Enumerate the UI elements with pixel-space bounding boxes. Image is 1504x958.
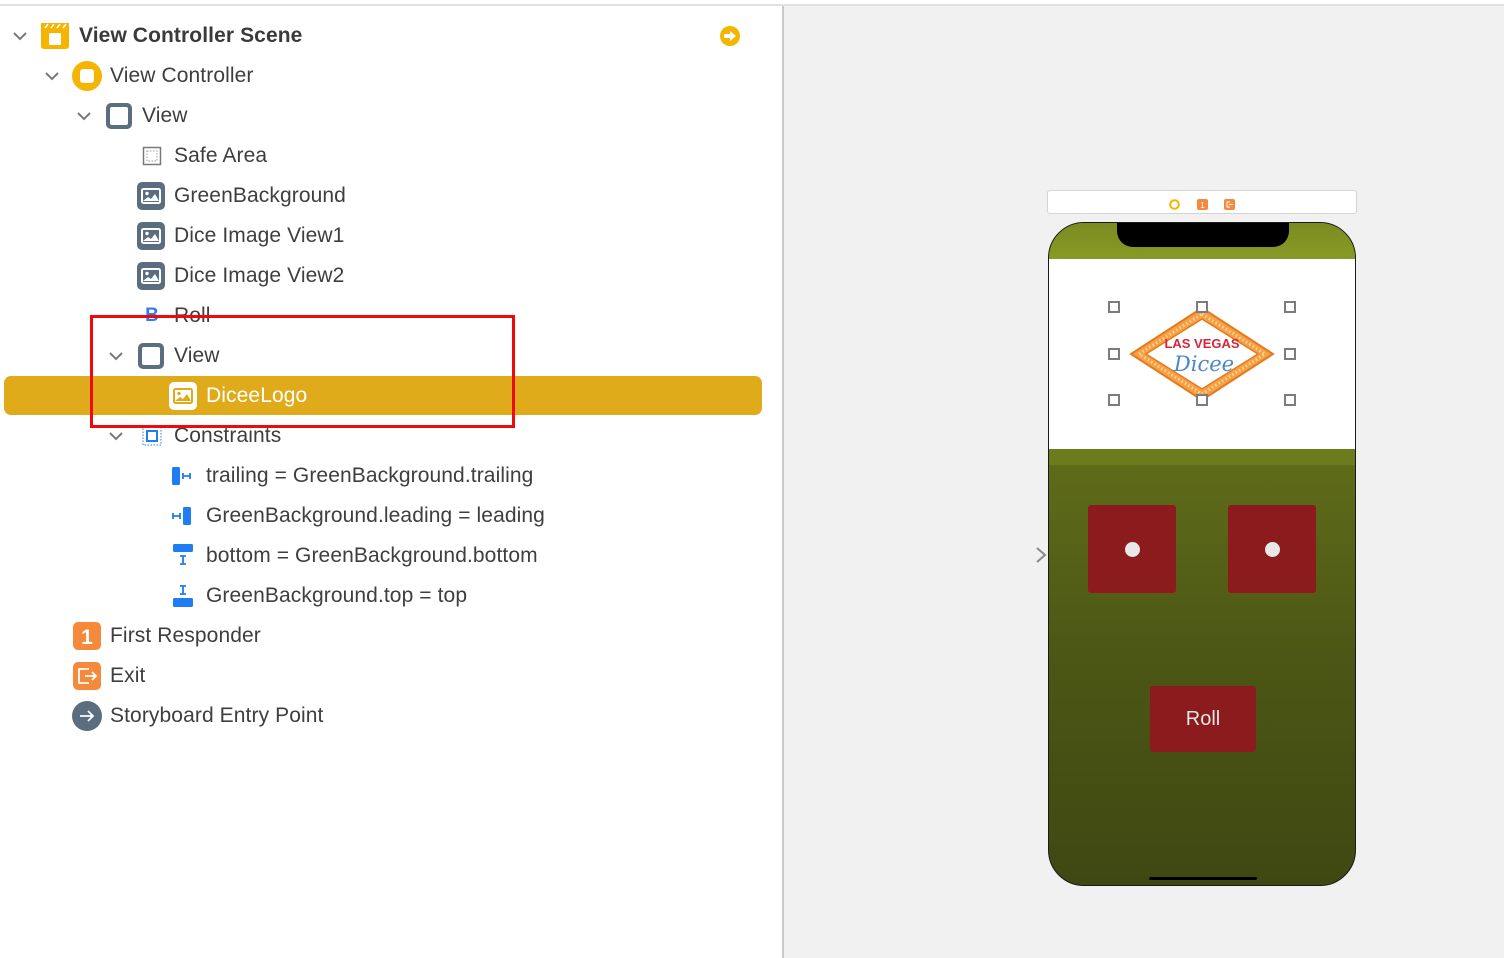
- outline-row-view-nested[interactable]: View: [0, 336, 782, 376]
- image-view-icon: [136, 221, 166, 251]
- outline-row-scene[interactable]: View Controller Scene: [0, 16, 782, 56]
- outline-label: Exit: [110, 664, 146, 687]
- top-constraint-icon: [168, 581, 198, 611]
- outline-label: Dice Image View1: [174, 224, 345, 247]
- logo-line2: Dicee: [1173, 352, 1234, 376]
- image-view-icon: [168, 381, 198, 411]
- outline-label: Storyboard Entry Point: [110, 704, 324, 727]
- first-responder-icon[interactable]: 1: [1197, 197, 1208, 210]
- outline-label: GreenBackground.leading = leading: [206, 504, 545, 527]
- outline-label: GreenBackground: [174, 184, 346, 207]
- green-band: [1049, 449, 1355, 465]
- outline-label: First Responder: [110, 624, 261, 647]
- outline-row-green-background[interactable]: GreenBackground: [0, 176, 782, 216]
- outline-label: Roll: [174, 304, 211, 327]
- chevron-down-icon[interactable]: [106, 346, 126, 366]
- bottom-constraint-icon: [168, 541, 198, 571]
- roll-button[interactable]: Roll: [1150, 686, 1256, 752]
- outline-row-constraint-trailing[interactable]: trailing = GreenBackground.trailing: [0, 456, 782, 496]
- resize-handle-bottom-left[interactable]: [1108, 394, 1120, 406]
- logo-line1: LAS VEGAS: [1164, 336, 1239, 351]
- dice-image-view-1[interactable]: [1088, 505, 1176, 593]
- entry-point-icon: [72, 701, 102, 731]
- outline-row-view-controller[interactable]: View Controller: [0, 56, 782, 96]
- safe-area-icon: [137, 141, 167, 171]
- outline-row-view[interactable]: View: [0, 96, 782, 136]
- resize-handle-bottom-right[interactable]: [1284, 394, 1296, 406]
- leading-constraint-icon: [168, 501, 198, 531]
- outline-label: View Controller Scene: [79, 24, 303, 47]
- outline-label: Safe Area: [174, 144, 268, 167]
- entry-point-arrow[interactable]: [975, 545, 1049, 565]
- dice-pip: [1125, 542, 1140, 557]
- image-view-icon: [136, 261, 166, 291]
- outline-row-constraint-leading[interactable]: GreenBackground.leading = leading: [0, 496, 782, 536]
- outline-label: bottom = GreenBackground.bottom: [206, 544, 538, 567]
- view-icon: [104, 101, 134, 131]
- image-view-icon: [136, 181, 166, 211]
- dicee-logo-image[interactable]: LAS VEGAS Dicee: [1128, 305, 1276, 403]
- outline-row-first-responder[interactable]: 1 First Responder: [0, 616, 782, 656]
- chevron-down-icon[interactable]: [10, 26, 30, 46]
- outline-label: View: [142, 104, 188, 127]
- outline-label: GreenBackground.top = top: [206, 584, 468, 607]
- constraints-icon: [137, 421, 167, 451]
- dice-image-view-2[interactable]: [1228, 505, 1316, 593]
- chevron-down-icon[interactable]: [74, 106, 94, 126]
- resize-handle-top-right[interactable]: [1284, 301, 1296, 313]
- outline-label: View: [174, 344, 220, 367]
- outline-label: Constraints: [174, 424, 282, 447]
- first-responder-glyph: 1: [1200, 201, 1205, 210]
- resize-handle-bottom[interactable]: [1196, 394, 1208, 406]
- outline-row-entry-point[interactable]: Storyboard Entry Point: [0, 696, 782, 736]
- outline-row-dicee-logo[interactable]: DiceeLogo: [0, 376, 782, 416]
- resize-handle-top[interactable]: [1196, 301, 1208, 313]
- scene-icon: [40, 21, 70, 51]
- view-icon: [136, 341, 166, 371]
- outline-row-dice-image-view2[interactable]: Dice Image View2: [0, 256, 782, 296]
- outline-row-roll[interactable]: B Roll: [0, 296, 782, 336]
- outline-row-dice-image-view1[interactable]: Dice Image View1: [0, 216, 782, 256]
- exit-icon[interactable]: [1224, 197, 1235, 210]
- scene-dock: 1: [1047, 190, 1357, 214]
- resize-handle-top-left[interactable]: [1108, 301, 1120, 313]
- outline-label: Dice Image View2: [174, 264, 345, 287]
- exit-icon: [72, 661, 102, 691]
- outline-row-constraint-top[interactable]: GreenBackground.top = top: [0, 576, 782, 616]
- outline-row-constraint-bottom[interactable]: bottom = GreenBackground.bottom: [0, 536, 782, 576]
- outline-row-exit[interactable]: Exit: [0, 656, 782, 696]
- phone-notch: [1117, 223, 1289, 247]
- outline-label: trailing = GreenBackground.trailing: [206, 464, 534, 487]
- outline-label: View Controller: [110, 64, 254, 87]
- trailing-constraint-icon: [168, 461, 198, 491]
- view-controller-icon[interactable]: [1169, 197, 1180, 210]
- resize-handle-right[interactable]: [1284, 348, 1296, 360]
- button-icon: B: [145, 305, 159, 326]
- dice-pip: [1265, 542, 1280, 557]
- outline-row-constraints[interactable]: Constraints: [0, 416, 782, 456]
- chevron-down-icon[interactable]: [42, 66, 62, 86]
- home-indicator: [1149, 877, 1257, 880]
- first-responder-glyph: 1: [81, 626, 93, 649]
- chevron-down-icon[interactable]: [106, 426, 126, 446]
- resize-handle-left[interactable]: [1108, 348, 1120, 360]
- first-responder-icon: 1: [72, 621, 102, 651]
- outline-row-safe-area[interactable]: Safe Area: [0, 136, 782, 176]
- view-controller-icon: [72, 61, 102, 91]
- arrow-right-circle-icon[interactable]: [720, 26, 740, 46]
- outline-label: DiceeLogo: [206, 384, 308, 407]
